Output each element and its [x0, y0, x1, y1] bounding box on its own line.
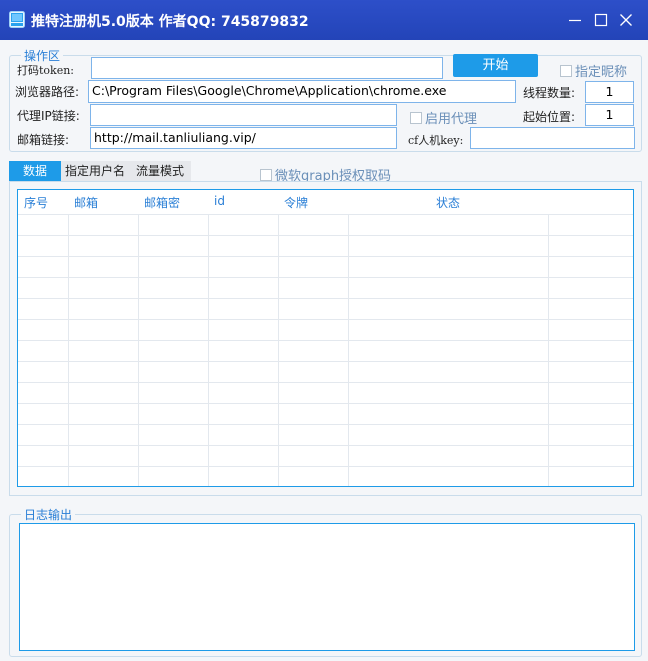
- table-row-divider: [18, 214, 633, 215]
- log-legend: 日志输出: [21, 506, 76, 523]
- close-icon[interactable]: [618, 12, 634, 28]
- column-header-index[interactable]: 序号: [24, 194, 48, 211]
- browser-path-label: 浏览器路径:: [15, 85, 80, 99]
- cf-key-label: cf人机key:: [408, 134, 464, 147]
- start-position-input[interactable]: 1: [585, 104, 634, 126]
- captcha-token-input[interactable]: [91, 57, 443, 79]
- nickname-checkbox-label: 指定昵称: [575, 65, 628, 80]
- table-row-divider: [18, 361, 633, 362]
- column-header-id[interactable]: id: [214, 194, 225, 208]
- browser-path-input[interactable]: C:\Program Files\Google\Chrome\Applicati…: [88, 80, 516, 103]
- proxy-input[interactable]: [90, 104, 397, 126]
- column-header-token[interactable]: 令牌: [284, 194, 308, 211]
- checkbox-box[interactable]: [260, 168, 272, 181]
- table-row-divider: [18, 424, 633, 425]
- table-row-divider: [18, 298, 633, 299]
- start-position-label: 起始位置:: [523, 110, 576, 124]
- title-bar: 推特注册机5.0版本 作者QQ: 745879832: [0, 0, 648, 40]
- email-link-label: 邮箱链接:: [17, 133, 70, 147]
- table-row-divider: [18, 382, 633, 383]
- checkbox-box[interactable]: [560, 64, 572, 77]
- table-column-divider: [348, 214, 349, 486]
- enable-proxy-label: 启用代理: [425, 112, 478, 127]
- table-row-divider: [18, 256, 633, 257]
- table-column-divider: [548, 214, 549, 486]
- thread-count-label: 线程数量:: [523, 86, 576, 100]
- table-row-divider: [18, 277, 633, 278]
- table-row-divider: [18, 319, 633, 320]
- table-row-divider: [18, 235, 633, 236]
- table-column-divider: [208, 214, 209, 486]
- checkbox-box[interactable]: [410, 111, 422, 124]
- tab-data[interactable]: 数据: [9, 161, 61, 181]
- proxy-label: 代理IP链接:: [17, 109, 80, 123]
- column-header-status[interactable]: 状态: [436, 194, 460, 211]
- email-link-input[interactable]: http://mail.tanliuliang.vip/: [90, 127, 397, 149]
- tab-specify-username[interactable]: 指定用户名: [61, 161, 129, 181]
- captcha-token-label: 打码token:: [17, 64, 75, 77]
- column-header-email[interactable]: 邮箱: [74, 194, 98, 211]
- start-button[interactable]: 开始: [453, 54, 538, 77]
- table-column-divider: [278, 214, 279, 486]
- data-table[interactable]: 序号 邮箱 邮箱密 id 令牌 状态: [17, 189, 634, 487]
- column-header-email-password[interactable]: 邮箱密: [144, 194, 180, 211]
- minimize-icon[interactable]: [567, 12, 583, 28]
- maximize-icon[interactable]: [593, 12, 609, 28]
- table-row-divider: [18, 340, 633, 341]
- log-output[interactable]: [19, 523, 635, 651]
- tab-traffic-mode[interactable]: 流量模式: [129, 161, 191, 181]
- table-header: 序号 邮箱 邮箱密 id 令牌 状态: [18, 190, 633, 214]
- table-row-divider: [18, 466, 633, 467]
- table-column-divider: [138, 214, 139, 486]
- table-row-divider: [18, 403, 633, 404]
- table-row-divider: [18, 445, 633, 446]
- nickname-checkbox[interactable]: 指定昵称: [560, 61, 627, 80]
- cf-key-input[interactable]: [470, 127, 635, 149]
- thread-count-input[interactable]: 1: [585, 81, 634, 103]
- app-icon: [9, 11, 25, 28]
- table-column-divider: [68, 214, 69, 486]
- window-title: 推特注册机5.0版本 作者QQ: 745879832: [31, 14, 309, 30]
- enable-proxy-checkbox[interactable]: 启用代理: [410, 108, 477, 127]
